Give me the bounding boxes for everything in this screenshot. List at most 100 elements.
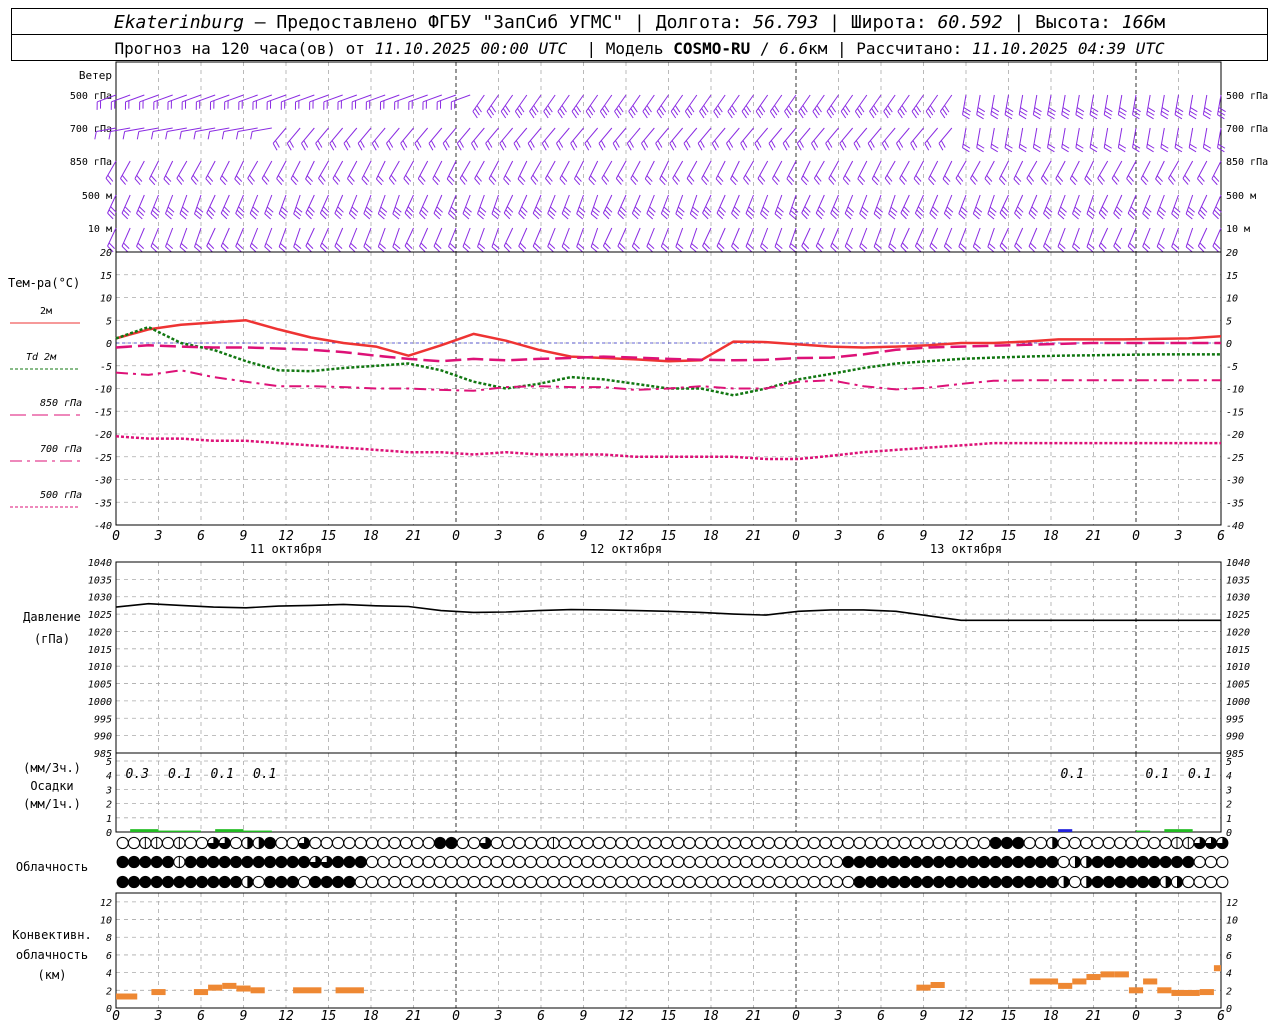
wind-barb-feather xyxy=(1018,147,1027,153)
wind-barb-feather xyxy=(1104,110,1112,116)
prec-ytick-left: 3 xyxy=(105,785,112,796)
wind-barb-feather xyxy=(991,143,999,149)
wind-barb-feather xyxy=(1147,143,1155,149)
wind-barb-staff xyxy=(760,194,769,214)
wind-barb-feather xyxy=(1188,206,1195,213)
cloud-symbol xyxy=(1102,875,1116,889)
wind-barb-feather xyxy=(1075,114,1083,120)
wind-barb-feather xyxy=(206,212,213,220)
wind-barb-feather xyxy=(317,140,323,148)
wind-barb-feather xyxy=(165,213,172,220)
cloud-symbol xyxy=(286,836,299,850)
cloud-symbol xyxy=(706,875,719,889)
wind-barb-feather xyxy=(518,212,525,220)
cloud-symbol xyxy=(411,855,424,869)
wind-barb-staff xyxy=(517,160,528,180)
wind-barb-feather xyxy=(731,175,738,182)
wind-barb-feather xyxy=(428,143,434,151)
wind-barb-feather xyxy=(474,108,480,116)
wind-barb-staff xyxy=(392,227,400,248)
cloud-symbol xyxy=(343,836,356,850)
conv-xtick: 3 xyxy=(494,1009,503,1024)
cloud-symbol xyxy=(604,836,617,850)
wind-barb-feather xyxy=(630,178,637,186)
pres-ytick-right: 995 xyxy=(1226,714,1244,725)
cloud-symbol xyxy=(978,875,991,889)
wind-barb-feather xyxy=(928,178,935,186)
wind-barb-staff xyxy=(1127,227,1137,247)
wind-barb-feather xyxy=(915,245,922,253)
cloud-symbol xyxy=(1193,875,1206,889)
wind-barb-feather xyxy=(772,108,778,116)
wind-barb-feather xyxy=(377,246,385,253)
wind-barb-feather xyxy=(249,174,255,182)
conv-ytick-right: 12 xyxy=(1226,898,1238,909)
wind-barb-staff xyxy=(459,160,471,179)
wind-barb-feather xyxy=(976,147,984,153)
wind-barb-feather xyxy=(361,178,368,186)
wind-barb-staff xyxy=(1185,227,1194,248)
wind-barb-feather xyxy=(999,212,1006,220)
cloud-symbol xyxy=(1068,836,1082,850)
wind-barb-feather xyxy=(503,245,511,253)
wind-barb-feather xyxy=(207,209,215,216)
wind-barb-feather xyxy=(660,213,668,220)
wind-barb-staff xyxy=(499,127,514,144)
wind-barb-feather xyxy=(987,246,995,253)
wind-barb-feather xyxy=(844,246,852,253)
temp-ytick-right: -30 xyxy=(1226,476,1244,487)
wind-barb-feather xyxy=(563,242,570,250)
wind-barb-feather xyxy=(235,246,242,253)
wind-barb-feather xyxy=(887,105,893,113)
wind-barb-feather xyxy=(289,140,294,148)
cloud-symbol xyxy=(638,875,651,889)
wind-barb-feather xyxy=(1014,245,1021,253)
cloud-symbol xyxy=(966,855,980,869)
wind-barb-feather xyxy=(711,143,717,151)
wind-barb-feather xyxy=(136,131,140,140)
wind-barb-feather xyxy=(633,242,640,249)
wind-barb-staff xyxy=(1069,160,1080,180)
wind-barb-feather xyxy=(643,140,649,148)
wind-barb-feather xyxy=(691,243,698,250)
cloud-symbol xyxy=(989,875,1002,889)
wind-barb-feather xyxy=(629,140,634,148)
cloud-symbol xyxy=(150,875,163,889)
conv-ytick-left: 2 xyxy=(106,986,112,997)
cloud-symbol xyxy=(490,875,503,889)
wind-barb-feather xyxy=(1142,213,1149,220)
cloud-symbol xyxy=(842,875,855,889)
pres-ytick-right: 1000 xyxy=(1226,697,1250,708)
cloud-symbol xyxy=(513,836,526,850)
wind-barb-feather xyxy=(604,242,611,249)
temp-legend-label: 700 гПа xyxy=(40,444,82,455)
wind-barb-feather xyxy=(1103,147,1112,153)
wind-barb-staff xyxy=(631,227,641,247)
wind-barb-staff xyxy=(828,160,839,179)
wind-barb-feather xyxy=(334,175,341,182)
precip-bar xyxy=(1136,830,1151,832)
wind-barb-feather xyxy=(465,206,472,213)
wind-barbs xyxy=(94,94,1226,253)
wind-barb-feather xyxy=(1033,143,1042,149)
wind-barb-feather xyxy=(545,178,552,185)
wind-barb-feather xyxy=(846,242,853,250)
wind-barb-staff xyxy=(561,227,570,247)
wind-barb-staff xyxy=(900,227,910,247)
wind-barb-feather xyxy=(670,111,677,119)
wind-barb-feather xyxy=(1076,143,1084,149)
wind-barb-feather xyxy=(812,111,818,119)
wind-barb-feather xyxy=(773,175,780,182)
wind-barb-staff xyxy=(1097,160,1109,179)
wind-barb-feather xyxy=(876,206,884,213)
wind-barb-staff xyxy=(811,127,825,144)
wind-barb-feather xyxy=(811,143,816,151)
conv-xtick: 18 xyxy=(1043,1009,1059,1024)
wind-barb-feather xyxy=(519,175,526,182)
pres-ytick-left: 1015 xyxy=(88,645,112,656)
wind-barb-feather xyxy=(377,213,385,220)
wind-barb-staff xyxy=(910,127,924,144)
wind-barb-feather xyxy=(335,242,343,249)
wind-barb-feather xyxy=(534,209,541,216)
wind-barb-staff xyxy=(278,227,287,247)
